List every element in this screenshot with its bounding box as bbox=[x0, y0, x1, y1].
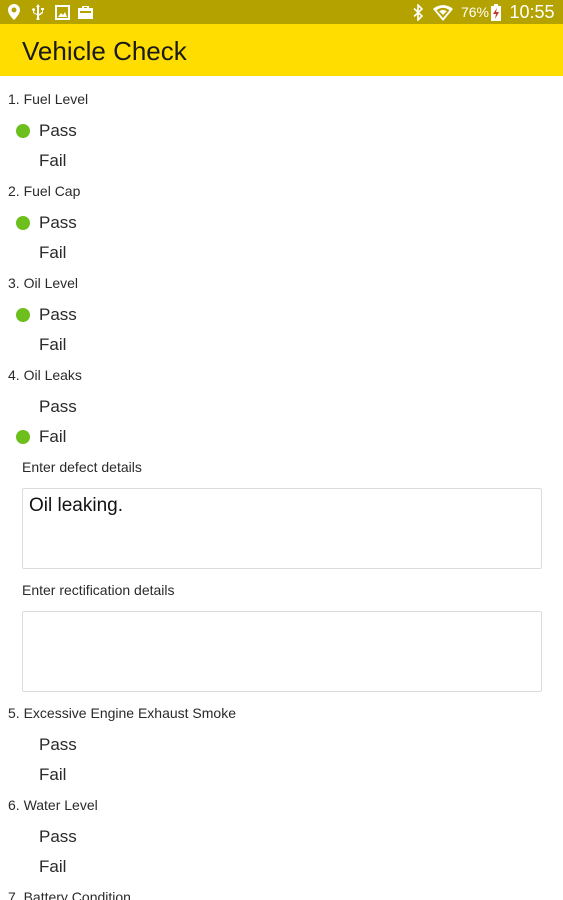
rectification-details-label: Enter rectification details bbox=[22, 582, 175, 598]
option-label: Pass bbox=[39, 305, 77, 324]
selected-dot-icon bbox=[16, 216, 30, 230]
defect-details-value: Oil leaking. bbox=[29, 495, 123, 516]
selected-dot-icon bbox=[16, 124, 30, 138]
option-label: Pass bbox=[39, 121, 77, 140]
clock: 10:55 bbox=[509, 1, 555, 22]
option-label: Pass bbox=[39, 213, 77, 232]
location-icon bbox=[6, 0, 22, 24]
selected-dot-icon bbox=[16, 308, 30, 322]
radio-fail[interactable]: Fail bbox=[14, 240, 214, 266]
option-label: Fail bbox=[39, 151, 67, 170]
option-label: Pass bbox=[39, 397, 77, 416]
radio-pass[interactable]: Pass bbox=[14, 118, 214, 144]
radio-fail[interactable]: Fail bbox=[14, 854, 214, 880]
selected-dot-icon bbox=[16, 430, 30, 444]
wifi-icon bbox=[432, 0, 454, 24]
bag-icon bbox=[76, 0, 94, 24]
option-label: Fail bbox=[39, 427, 67, 446]
battery-icon bbox=[490, 0, 502, 24]
radio-pass[interactable]: Pass bbox=[14, 732, 214, 758]
option-label: Fail bbox=[39, 243, 67, 262]
page-title: Vehicle Check bbox=[22, 36, 187, 66]
question-label: 3. Oil Level bbox=[8, 275, 79, 291]
defect-details-input[interactable]: Oil leaking. bbox=[22, 488, 542, 569]
radio-pass[interactable]: Pass bbox=[14, 824, 214, 850]
radio-pass[interactable]: Pass bbox=[14, 302, 214, 328]
app-bar: Vehicle Check bbox=[0, 24, 563, 76]
defect-details-label: Enter defect details bbox=[22, 459, 142, 475]
radio-fail[interactable]: Fail bbox=[14, 762, 214, 788]
radio-pass[interactable]: Pass bbox=[14, 394, 214, 420]
image-icon bbox=[54, 0, 70, 24]
option-label: Fail bbox=[39, 765, 67, 784]
option-label: Pass bbox=[39, 735, 77, 754]
radio-fail[interactable]: Fail bbox=[14, 424, 214, 450]
question-label: 2. Fuel Cap bbox=[8, 183, 81, 199]
option-label: Fail bbox=[39, 857, 67, 876]
radio-fail[interactable]: Fail bbox=[14, 332, 214, 358]
bluetooth-icon bbox=[410, 0, 426, 24]
battery-percent: 76% bbox=[460, 4, 490, 20]
question-label: 6. Water Level bbox=[8, 797, 98, 813]
question-label: 1. Fuel Level bbox=[8, 91, 89, 107]
radio-pass[interactable]: Pass bbox=[14, 210, 214, 236]
usb-icon bbox=[30, 0, 46, 24]
rectification-details-input[interactable] bbox=[22, 611, 542, 692]
question-label: 5. Excessive Engine Exhaust Smoke bbox=[8, 705, 237, 721]
status-bar: 76% 10:55 bbox=[0, 0, 563, 24]
option-label: Pass bbox=[39, 827, 77, 846]
question-label: 4. Oil Leaks bbox=[8, 367, 82, 383]
question-label: 7. Battery Condition bbox=[8, 889, 131, 900]
radio-fail[interactable]: Fail bbox=[14, 148, 214, 174]
option-label: Fail bbox=[39, 335, 67, 354]
